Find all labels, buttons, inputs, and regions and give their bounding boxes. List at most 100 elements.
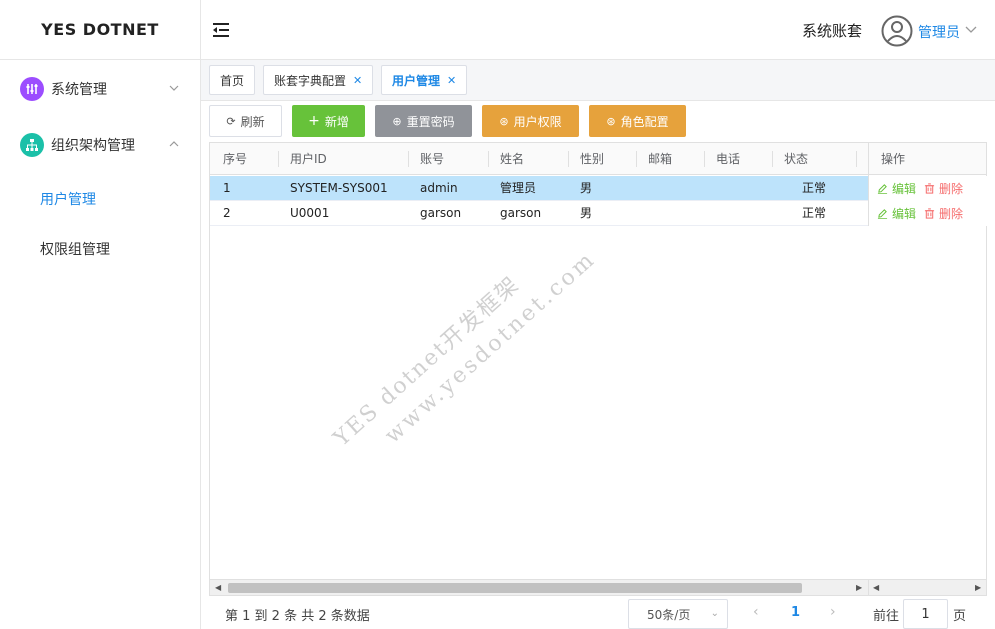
page-size-value: 50条/页 [647, 607, 691, 622]
button-label: 角色配置 [620, 114, 669, 129]
menu-label: 系统管理 [51, 82, 107, 98]
column-divider [568, 151, 569, 167]
column-divider [278, 151, 279, 167]
column-header-email: 邮箱 [648, 152, 673, 166]
column-header-index: 序号 [223, 152, 248, 166]
menu-label: 组织架构管理 [51, 138, 135, 154]
chevron-down-icon: ⌄ [710, 608, 719, 619]
cell-user-id: SYSTEM-SYS001 [290, 181, 388, 195]
column-divider [704, 151, 705, 167]
cell-index: 2 [223, 206, 231, 220]
page-number[interactable]: 1 [791, 605, 800, 620]
user-avatar-icon[interactable] [881, 15, 913, 47]
sidebar: YES DOTNET 系统管理 组织架构管理 用户管理 权限组管理 [0, 0, 201, 629]
column-header-name: 姓名 [500, 152, 525, 166]
tab-home[interactable]: 首页 [209, 65, 256, 95]
delete-label: 删除 [939, 207, 964, 221]
chevron-down-icon [169, 85, 179, 91]
plus-circle-icon: ⊕ [392, 114, 402, 128]
cell-status: 正常 [802, 181, 827, 195]
button-label: 重置密码 [406, 114, 455, 129]
sliders-icon [20, 77, 44, 101]
button-label: 用户权限 [513, 114, 562, 129]
column-header-account: 账号 [420, 152, 445, 166]
account-set-selector[interactable]: 系统账套 [802, 20, 862, 41]
column-divider [408, 151, 409, 167]
trash-icon [924, 183, 935, 194]
settings-icon: ⊛ [499, 114, 509, 128]
column-divider [488, 151, 489, 167]
column-header-user-id: 用户ID [290, 152, 327, 166]
button-label: 新增 [324, 114, 349, 129]
edit-label: 编辑 [892, 207, 917, 221]
row-actions: 编辑 删除 [869, 201, 987, 226]
scroll-left-icon[interactable]: ◀ [215, 583, 221, 592]
goto-label: 前往 [873, 609, 900, 624]
cell-account: garson [420, 206, 462, 220]
tab-label: 账套字典配置 [274, 73, 347, 88]
edit-button[interactable]: 编辑 [877, 205, 916, 222]
actions-column: 编辑 删除 编辑 删除 [868, 143, 987, 226]
brand-logo: YES DOTNET [0, 0, 200, 60]
row-actions: 编辑 删除 [869, 176, 987, 201]
close-icon[interactable]: ✕ [353, 74, 362, 87]
refresh-button[interactable]: ⟳ 刷新 [209, 105, 282, 137]
tab-account-dict[interactable]: 账套字典配置 ✕ [263, 65, 374, 95]
next-page-button[interactable]: › [830, 604, 836, 620]
chevron-up-icon [169, 141, 179, 147]
prev-page-button[interactable]: ‹ [753, 604, 759, 620]
plus-icon: + [308, 113, 320, 129]
chevron-down-icon[interactable] [965, 25, 977, 35]
top-header: 系统账套 管理员 [201, 0, 995, 60]
column-header-status: 状态 [784, 152, 809, 166]
reset-password-button[interactable]: ⊕ 重置密码 [375, 105, 472, 137]
scroll-right-icon[interactable]: ▶ [856, 583, 862, 592]
settings-icon: ⊛ [606, 114, 616, 128]
role-config-button[interactable]: ⊛ 角色配置 [589, 105, 686, 137]
menu-system-management[interactable]: 系统管理 [0, 69, 200, 109]
goto-unit: 页 [953, 609, 967, 624]
delete-button[interactable]: 删除 [924, 180, 963, 197]
horizontal-scrollbar-fixed[interactable]: ◀ ▶ [868, 579, 986, 595]
cell-gender: 男 [580, 206, 593, 220]
scroll-right-icon[interactable]: ▶ [975, 583, 981, 592]
tab-user-management[interactable]: 用户管理 ✕ [381, 65, 468, 95]
cell-gender: 男 [580, 181, 593, 195]
app-root: YES DOTNET 系统管理 组织架构管理 用户管理 权限组管理 系统账套 管… [0, 0, 995, 629]
pencil-icon [877, 184, 888, 194]
scrollbar-thumb[interactable] [228, 583, 802, 593]
user-table: 序号 用户ID 账号 姓名 性别 邮箱 电话 状态 操作 1 SYSTEM-SY… [209, 142, 987, 596]
scroll-left-icon[interactable]: ◀ [873, 583, 879, 592]
user-permission-button[interactable]: ⊛ 用户权限 [482, 105, 579, 137]
delete-button[interactable]: 删除 [924, 205, 963, 222]
goto-page-input[interactable] [903, 599, 948, 629]
delete-label: 删除 [939, 182, 964, 196]
column-divider [856, 151, 857, 167]
sidebar-item-permission-group[interactable]: 权限组管理 [40, 239, 110, 259]
horizontal-scrollbar[interactable]: ◀ ▶ [210, 579, 868, 595]
page-size-select[interactable]: 50条/页 ⌄ [628, 599, 728, 629]
sidebar-item-user-management[interactable]: 用户管理 [40, 189, 96, 209]
edit-button[interactable]: 编辑 [877, 180, 916, 197]
pagination-summary: 第 1 到 2 条 共 2 条数据 [225, 609, 370, 624]
cell-name: 管理员 [500, 181, 537, 195]
close-icon[interactable]: ✕ [447, 74, 456, 87]
menu-fold-icon[interactable] [211, 20, 231, 40]
user-name[interactable]: 管理员 [918, 22, 960, 42]
column-header-gender: 性别 [580, 152, 605, 166]
column-divider [772, 151, 773, 167]
column-header-phone: 电话 [716, 152, 741, 166]
pencil-icon [877, 209, 888, 219]
menu-org-management[interactable]: 组织架构管理 [0, 125, 200, 165]
trash-icon [924, 208, 935, 219]
org-chart-icon [20, 133, 44, 157]
refresh-icon: ⟳ [226, 114, 236, 128]
column-divider [636, 151, 637, 167]
cell-account: admin [420, 181, 458, 195]
edit-label: 编辑 [892, 182, 917, 196]
tab-label: 首页 [220, 73, 245, 88]
add-button[interactable]: + 新增 [292, 105, 365, 137]
button-label: 刷新 [240, 114, 265, 129]
tab-label: 用户管理 [392, 73, 441, 88]
cell-user-id: U0001 [290, 206, 330, 220]
